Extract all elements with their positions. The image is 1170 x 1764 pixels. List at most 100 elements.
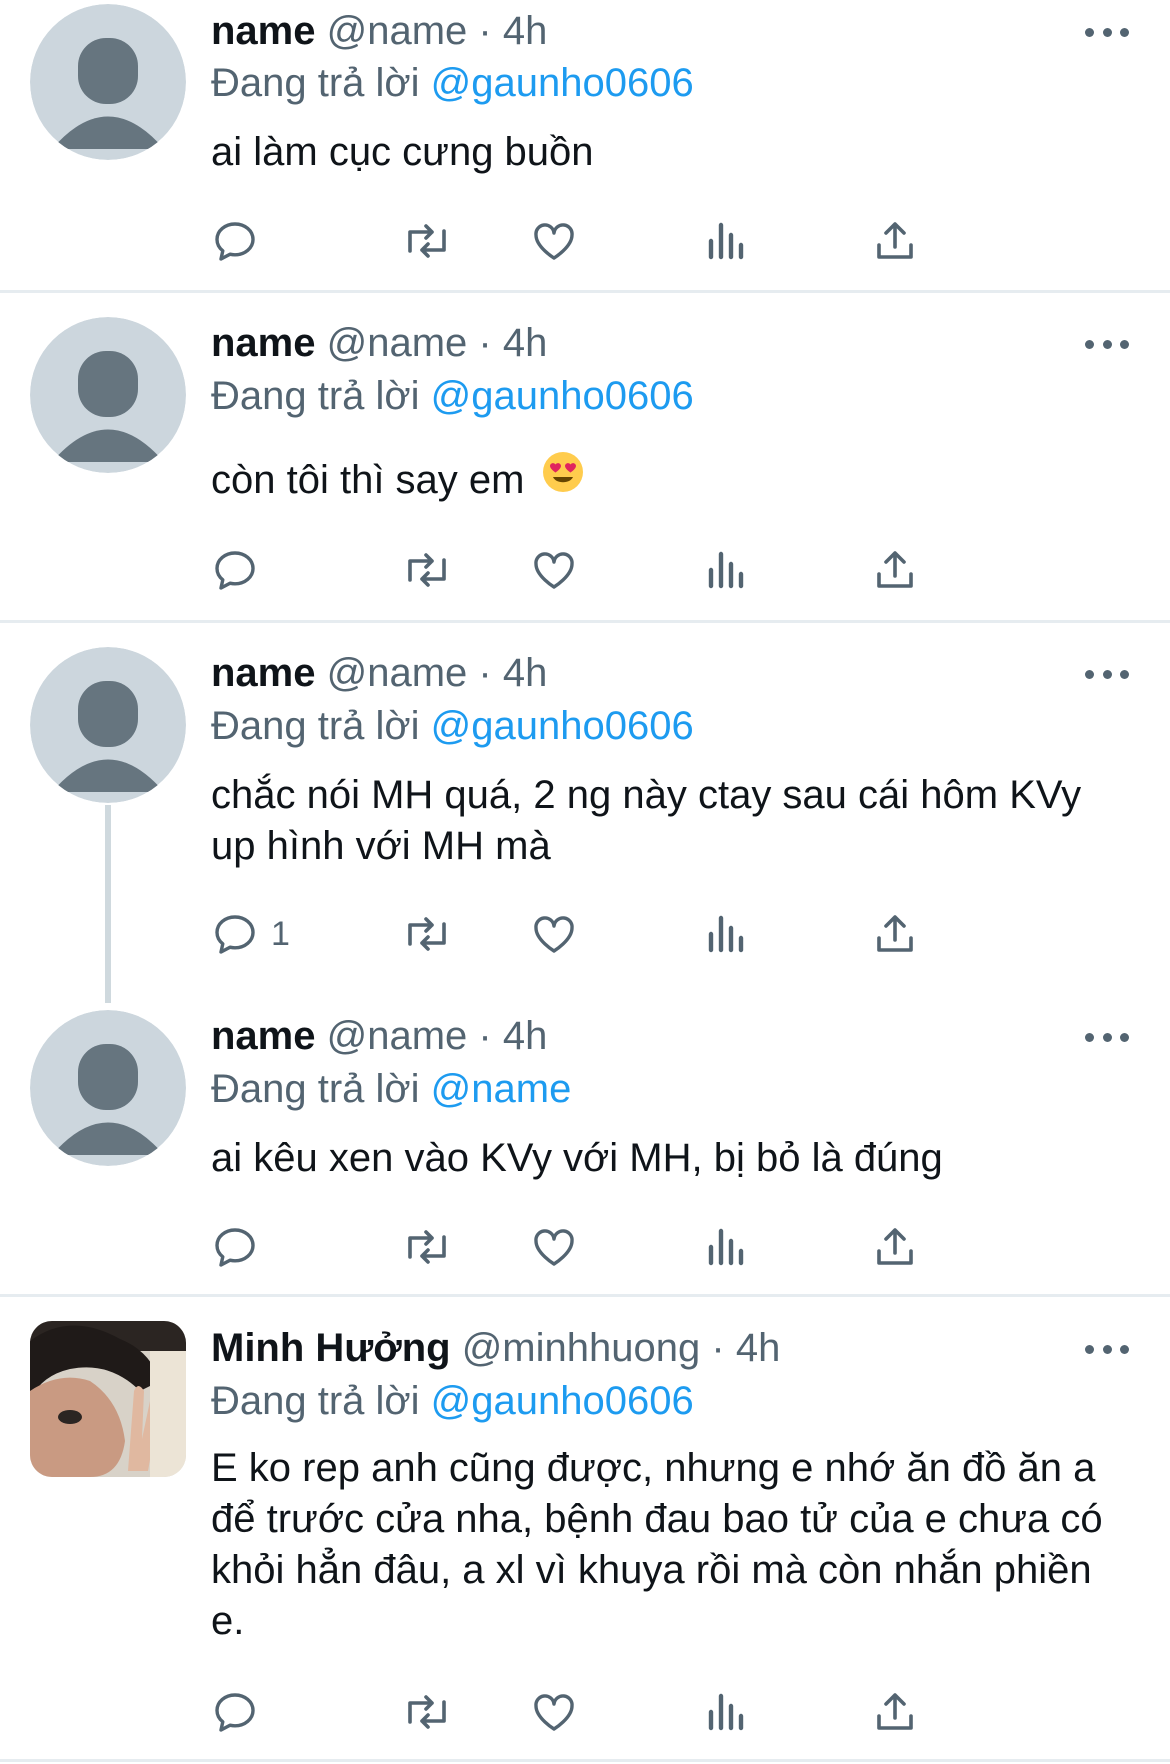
analytics-button[interactable] [705, 1219, 745, 1275]
reply-button[interactable]: 1 [211, 906, 290, 962]
tweet-text: ai kêu xen vào KVy với MH, bị bỏ là đúng [211, 1136, 943, 1180]
replying-to: Đang trả lời @gaunho0606 [211, 60, 694, 106]
heart-eyes-emoji-icon [542, 451, 584, 506]
more-icon[interactable] [1085, 664, 1129, 684]
tweet[interactable]: name @name · 4h Đang trả lời @gaunho0606… [0, 0, 1170, 290]
replying-to-label: Đang trả lời [211, 704, 420, 748]
replying-to-label: Đang trả lời [211, 1067, 420, 1111]
share-button[interactable] [871, 213, 919, 269]
replying-to-label: Đang trả lời [211, 374, 420, 418]
reply-icon [215, 1228, 255, 1267]
avatar[interactable] [30, 317, 186, 473]
tweet-header: name @name · 4h [211, 8, 547, 54]
tweet-actions [211, 1219, 1031, 1275]
tweet-actions [211, 1684, 1031, 1740]
analytics-button[interactable] [705, 213, 745, 269]
heart-icon [534, 223, 574, 260]
analytics-button[interactable] [705, 1684, 745, 1740]
tweet[interactable]: name @name · 4h Đang trả lời @gaunho0606… [0, 623, 1170, 983]
share-button[interactable] [871, 1684, 919, 1740]
analytics-icon [708, 1228, 744, 1266]
more-icon[interactable] [1085, 334, 1129, 354]
display-name[interactable]: name [211, 9, 316, 53]
replying-to: Đang trả lời @gaunho0606 [211, 373, 694, 419]
timestamp[interactable]: 4h [503, 651, 548, 695]
reply-mention-link[interactable]: @gaunho0606 [431, 374, 694, 418]
default-avatar-icon [30, 1010, 186, 1166]
timestamp[interactable]: 4h [503, 321, 548, 365]
share-button[interactable] [871, 1219, 919, 1275]
like-button[interactable] [530, 1219, 578, 1275]
reply-mention-link[interactable]: @gaunho0606 [431, 1379, 694, 1423]
reply-mention-link[interactable]: @gaunho0606 [431, 61, 694, 105]
retweet-icon [408, 1695, 446, 1729]
reply-button[interactable] [211, 542, 271, 598]
display-name[interactable]: name [211, 1014, 316, 1058]
timestamp[interactable]: 4h [736, 1326, 781, 1370]
more-icon[interactable] [1085, 1027, 1129, 1047]
display-name[interactable]: Minh Hưởng [211, 1326, 451, 1370]
heart-icon [534, 552, 574, 589]
retweet-button[interactable] [401, 542, 453, 598]
timestamp[interactable]: 4h [503, 1014, 548, 1058]
tweet-actions: 1 [211, 906, 1031, 962]
tweet[interactable]: Minh Hưởng @minhhuong · 4h Đang trả lời … [0, 1297, 1170, 1764]
avatar[interactable] [30, 4, 186, 160]
replying-to: Đang trả lời @gaunho0606 [211, 703, 694, 749]
like-button[interactable] [530, 906, 578, 962]
analytics-button[interactable] [705, 906, 745, 962]
more-icon[interactable] [1085, 22, 1129, 42]
retweet-icon [408, 553, 446, 587]
display-name[interactable]: name [211, 321, 316, 365]
retweet-button[interactable] [401, 906, 453, 962]
tweet[interactable]: name @name · 4h Đang trả lời @gaunho0606… [0, 293, 1170, 620]
reply-icon [215, 915, 255, 954]
tweet[interactable]: name @name · 4h Đang trả lời @name ai kê… [0, 983, 1170, 1296]
default-avatar-icon [30, 647, 186, 803]
retweet-icon [408, 1230, 446, 1264]
analytics-button[interactable] [705, 542, 745, 598]
like-button[interactable] [530, 213, 578, 269]
tweet-text-content: còn tôi thì say em [211, 458, 525, 502]
avatar[interactable] [30, 1010, 186, 1166]
user-handle[interactable]: @name [327, 1014, 468, 1058]
user-handle[interactable]: @name [327, 651, 468, 695]
timestamp[interactable]: 4h [503, 9, 548, 53]
share-icon [877, 551, 913, 588]
user-handle[interactable]: @name [327, 321, 468, 365]
tweet-actions [211, 213, 1031, 269]
reply-mention-link[interactable]: @gaunho0606 [431, 704, 694, 748]
profile-photo-avatar[interactable] [30, 1321, 186, 1477]
heart-icon [534, 1694, 574, 1731]
retweet-button[interactable] [401, 1684, 453, 1740]
reply-button[interactable] [211, 1219, 271, 1275]
share-button[interactable] [871, 906, 919, 962]
tweet-text: ai làm cục cưng buồn [211, 130, 594, 174]
timeline: name @name · 4h Đang trả lời @gaunho0606… [0, 0, 1170, 1764]
share-button[interactable] [871, 542, 919, 598]
display-name[interactable]: name [211, 651, 316, 695]
like-button[interactable] [530, 542, 578, 598]
tweet-text: còn tôi thì say em [211, 451, 1131, 506]
tweet-header: name @name · 4h [211, 320, 547, 366]
analytics-icon [708, 222, 744, 260]
replying-to-label: Đang trả lời [211, 1379, 420, 1423]
reply-icon [215, 551, 255, 590]
reply-mention-link[interactable]: @name [431, 1067, 572, 1111]
user-handle[interactable]: @minhhuong [462, 1326, 701, 1370]
like-button[interactable] [530, 1684, 578, 1740]
analytics-icon [708, 551, 744, 589]
retweet-button[interactable] [401, 1219, 453, 1275]
tweet-header: Minh Hưởng @minhhuong · 4h [211, 1325, 780, 1371]
share-icon [877, 915, 913, 952]
retweet-icon [408, 917, 446, 951]
more-icon[interactable] [1085, 1339, 1129, 1359]
avatar[interactable] [30, 647, 186, 803]
retweet-icon [408, 224, 446, 258]
divider [0, 1759, 1170, 1762]
user-handle[interactable]: @name [327, 9, 468, 53]
reply-button[interactable] [211, 213, 271, 269]
reply-button[interactable] [211, 1684, 271, 1740]
retweet-button[interactable] [401, 213, 453, 269]
dot-separator: · [478, 9, 492, 53]
